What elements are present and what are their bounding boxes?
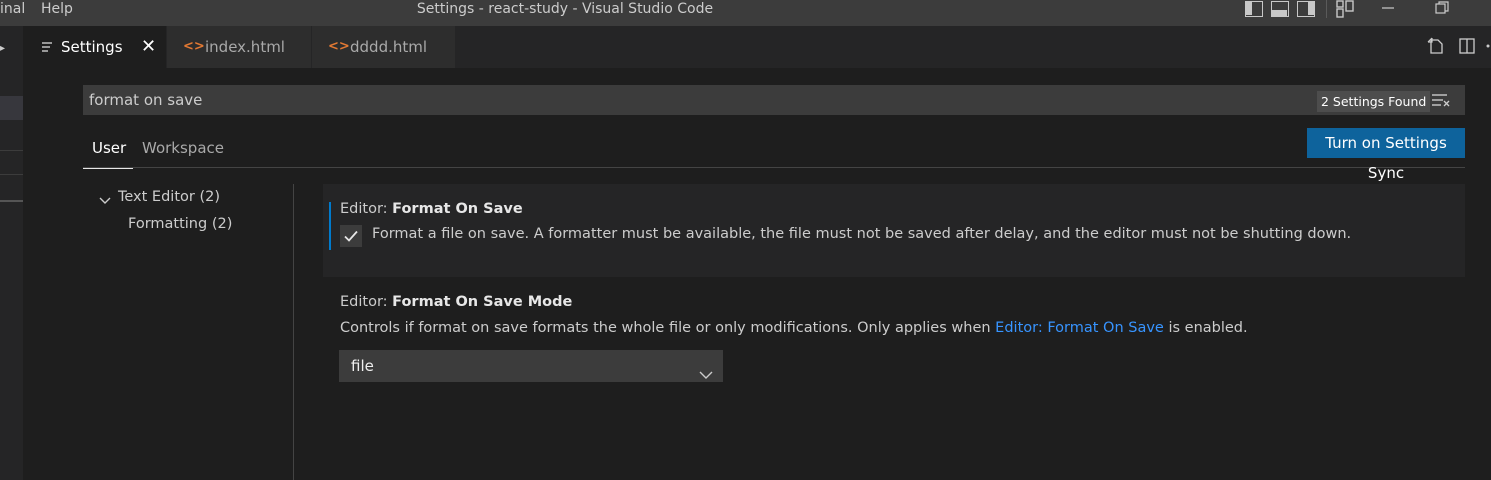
setting-description: Controls if format on save formats the w… [340,320,1248,336]
filter-clear-icon[interactable] [1431,91,1451,109]
side-bar-strip: ▸ [0,26,23,480]
window-title: Settings - react-study - Visual Studio C… [416,1,714,17]
settings-search-input[interactable] [89,85,1289,115]
setting-category: Editor: [340,201,393,217]
focus-indicator [329,202,331,250]
check-icon [344,230,358,242]
format-on-save-mode-select[interactable]: file [339,350,723,382]
setting-title-format-on-save: Editor: Format On Save [340,201,523,217]
scope-divider [83,167,1465,168]
tab-settings[interactable]: Settings ✕ [23,26,166,68]
chevron-down-icon [699,360,713,379]
list-icon [41,26,53,68]
html-code-icon: <> [328,39,350,54]
settings-search-box: 2 Settings Found [83,85,1465,115]
toc-item-text-editor[interactable]: Text Editor (2) [118,187,220,207]
sidebar-divider [0,174,23,175]
description-text: Controls if format on save formats the w… [340,320,996,336]
tab-user[interactable]: User [83,137,133,169]
toc-divider [293,184,294,480]
tab-dddd-html[interactable]: <> dddd.html [312,26,455,68]
tab-index-html[interactable]: <> index.html [167,26,311,68]
tab-workspace[interactable]: Workspace [142,137,224,169]
setting-name: Format On Save Mode [392,294,573,310]
sidebar-divider [0,200,23,202]
titlebar-separator [1326,0,1327,18]
minimize-icon[interactable] [1380,0,1396,18]
editor-tabs-bar: Settings ✕ <> index.html <> dddd.html [23,26,1491,68]
format-on-save-checkbox[interactable] [340,225,362,247]
setting-description: Format a file on save. A formatter must … [372,226,1352,242]
setting-name: Format On Save [392,201,523,217]
more-actions-icon[interactable] [1484,37,1491,55]
tab-label: index.html [205,38,285,56]
html-code-icon: <> [183,39,205,54]
sidebar-divider [0,150,23,151]
close-icon[interactable]: ✕ [141,26,156,68]
open-settings-json-icon[interactable] [1427,37,1445,55]
settings-count-badge: 2 Settings Found [1317,91,1431,112]
title-bar: inal Help Settings - react-study - Visua… [0,0,1491,26]
format-on-save-link[interactable]: Editor: Format On Save [995,320,1164,336]
split-editor-icon[interactable] [1458,37,1476,55]
settings-editor: 2 Settings Found User Workspace Turn on … [23,68,1491,480]
toc-item-formatting[interactable]: Formatting (2) [128,214,232,234]
select-value: file [351,357,374,375]
setting-title-format-on-save-mode: Editor: Format On Save Mode [340,294,572,310]
toggle-panel-icon[interactable] [1271,1,1289,17]
toggle-primary-sidebar-icon[interactable] [1245,1,1263,17]
tab-label: dddd.html [350,38,428,56]
setting-category: Editor: [340,294,393,310]
description-text: is enabled. [1163,320,1248,336]
toggle-secondary-sidebar-icon[interactable] [1297,1,1315,17]
sidebar-selected-item[interactable] [0,96,23,120]
turn-on-settings-sync-button[interactable]: Turn on Settings Sync [1307,128,1465,182]
chevron-down-icon[interactable] [99,192,111,204]
restore-icon[interactable] [1434,0,1450,18]
chevron-right-icon[interactable]: ▸ [0,43,5,54]
customize-layout-icon[interactable] [1336,0,1354,18]
tab-label: Settings [61,38,123,56]
